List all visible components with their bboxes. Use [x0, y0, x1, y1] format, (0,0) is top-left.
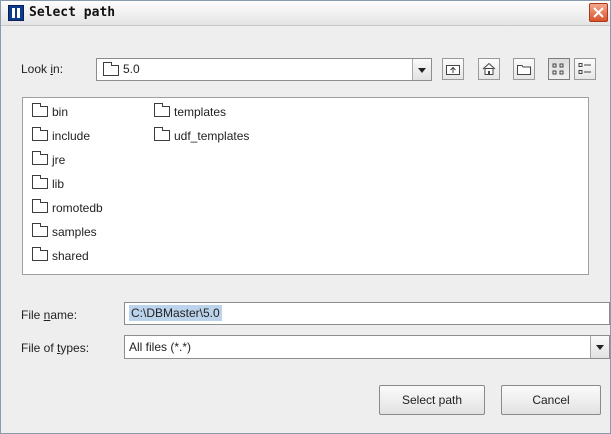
chevron-down-icon[interactable] — [412, 59, 431, 80]
title-bar[interactable]: Select path — [1, 1, 610, 26]
file-types-label: File of types: — [21, 341, 90, 355]
select-path-button[interactable]: Select path — [379, 385, 485, 415]
cancel-button[interactable]: Cancel — [501, 385, 601, 415]
home-button[interactable] — [478, 58, 500, 80]
up-one-level-icon — [446, 65, 460, 75]
list-item[interactable]: templates — [154, 103, 226, 121]
folder-icon — [32, 103, 48, 118]
file-types-value: All files (*.*) — [129, 340, 192, 354]
file-list[interactable]: bin include jre lib romotedb samples sha… — [22, 97, 589, 275]
up-one-level-button[interactable] — [442, 58, 464, 80]
close-button[interactable] — [589, 3, 608, 22]
folder-icon — [32, 223, 48, 238]
new-folder-button[interactable] — [513, 58, 535, 80]
home-icon — [482, 62, 496, 75]
folder-icon — [103, 62, 119, 76]
close-icon — [593, 7, 604, 18]
list-item[interactable]: samples — [32, 223, 97, 241]
list-item[interactable]: shared — [32, 247, 89, 265]
file-name-label: File name: — [21, 308, 78, 322]
file-types-combo[interactable]: All files (*.*) — [124, 335, 610, 359]
details-view-icon — [578, 63, 591, 74]
list-item[interactable]: romotedb — [32, 199, 103, 217]
folder-icon — [32, 247, 48, 262]
list-item[interactable]: jre — [32, 151, 65, 169]
look-in-combo[interactable]: 5.0 — [96, 58, 432, 81]
dialog-title: Select path — [29, 5, 116, 20]
folder-icon — [32, 199, 48, 214]
list-item[interactable]: include — [32, 127, 90, 145]
list-item[interactable]: lib — [32, 175, 64, 193]
file-name-field[interactable]: C:\DBMaster\5.0 — [124, 302, 610, 325]
list-view-button[interactable] — [548, 58, 570, 80]
look-in-value: 5.0 — [123, 62, 140, 76]
folder-icon — [32, 151, 48, 166]
new-folder-icon — [517, 65, 531, 75]
select-path-dialog: Select path Look in: 5.0 bin include jre… — [0, 0, 611, 434]
list-view-icon — [552, 63, 564, 75]
folder-icon — [154, 127, 170, 142]
look-in-label: Look in: — [21, 62, 64, 76]
folder-icon — [32, 127, 48, 142]
list-item[interactable]: bin — [32, 103, 68, 121]
file-name-value: C:\DBMaster\5.0 — [129, 305, 222, 321]
folder-icon — [154, 103, 170, 118]
chevron-down-icon[interactable] — [590, 336, 609, 358]
list-item[interactable]: udf_templates — [154, 127, 249, 145]
folder-icon — [32, 175, 48, 190]
details-view-button[interactable] — [574, 58, 596, 80]
app-icon — [8, 5, 24, 21]
